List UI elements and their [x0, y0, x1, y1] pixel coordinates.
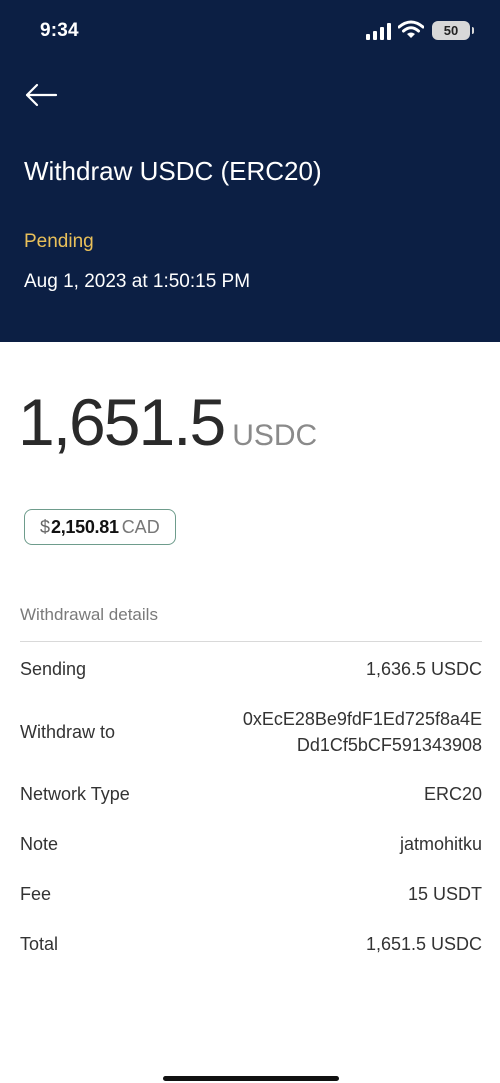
detail-value: jatmohitku: [399, 833, 482, 854]
status-bar-time: 9:34: [40, 20, 79, 41]
detail-label: Sending: [20, 658, 87, 679]
withdraw-address: 0xEcE28Be9fdF1Ed725f8a4E Dd1Cf5bCF591343…: [243, 706, 482, 758]
detail-row-fee: Fee 15 USDT: [20, 869, 482, 919]
page-title: Withdraw USDC (ERC20): [24, 156, 322, 186]
section-title: Withdrawal details: [20, 594, 482, 642]
detail-label: Withdraw to: [20, 721, 116, 742]
detail-row-withdraw-to: Withdraw to 0xEcE28Be9fdF1Ed725f8a4E Dd1…: [20, 695, 482, 769]
address-line-2: Dd1Cf5bCF591343908: [296, 735, 482, 755]
fiat-symbol: $: [40, 516, 51, 537]
cellular-signal-icon: [366, 22, 392, 40]
amount-value: 1,651.5: [18, 385, 226, 459]
back-arrow-icon[interactable]: [24, 82, 58, 108]
fiat-currency: CAD: [121, 516, 160, 537]
detail-value: 1,651.5 USDC: [365, 933, 482, 954]
detail-label: Network Type: [20, 783, 130, 804]
amount-display: 1,651.5 USDC: [18, 384, 317, 460]
detail-label: Note: [20, 833, 59, 854]
detail-label: Fee: [20, 883, 52, 904]
detail-value: 1,636.5 USDC: [365, 658, 482, 679]
status-badge: Pending: [24, 231, 94, 252]
detail-value: ERC20: [423, 783, 482, 804]
home-indicator[interactable]: [163, 1076, 339, 1081]
fiat-amount: 2,150.81: [51, 516, 119, 537]
address-line-1: 0xEcE28Be9fdF1Ed725f8a4E: [242, 709, 482, 729]
detail-label: Total: [20, 933, 59, 954]
detail-row-note: Note jatmohitku: [20, 819, 482, 869]
header: 9:34 50 Withdraw USDC (ERC20) Pending Au…: [0, 0, 500, 342]
detail-row-network-type: Network Type ERC20: [20, 769, 482, 819]
detail-value: 15 USDT: [407, 883, 482, 904]
detail-row-sending: Sending 1,636.5 USDC: [20, 643, 482, 695]
detail-row-total: Total 1,651.5 USDC: [20, 919, 482, 969]
battery-icon: 50: [432, 21, 474, 40]
fiat-value-badge: $ 2,150.81 CAD: [24, 509, 176, 545]
withdrawal-details: Withdrawal details Sending 1,636.5 USDC …: [20, 594, 482, 969]
wifi-icon: [398, 20, 424, 38]
transaction-datetime: Aug 1, 2023 at 1:50:15 PM: [24, 271, 251, 292]
amount-unit: USDC: [232, 419, 318, 452]
